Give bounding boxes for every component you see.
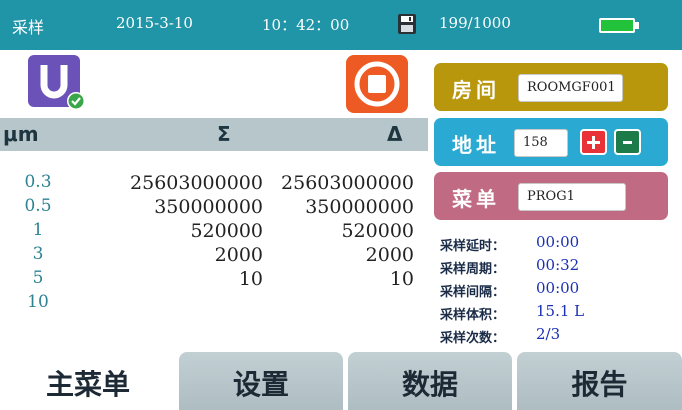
size-cell: 0.3 — [24, 172, 52, 192]
menu-label: 菜单 — [452, 187, 500, 211]
menu-input[interactable]: PROG1 — [518, 183, 626, 211]
column-delta-header: Δ — [387, 122, 403, 146]
status-label: 采样间隔： — [440, 285, 506, 300]
usb-drive-icon[interactable] — [28, 55, 88, 113]
column-sum-header: Σ — [217, 122, 231, 146]
settings-panel: 房间 ROOMGF001 地址 158 菜单 PROG1 采样延时： 00:00… — [428, 55, 682, 355]
save-disk-icon[interactable] — [398, 14, 416, 34]
status-value: 2/3 — [536, 325, 561, 343]
status-value: 15.1 L — [536, 302, 585, 320]
bottom-tab-bar: 主菜单 设置 数据 报告 — [0, 352, 682, 410]
delta-cell: 2000 — [365, 244, 414, 266]
sum-cell: 25603000000 — [130, 172, 263, 194]
size-cell: 10 — [27, 292, 49, 312]
sum-cell: 10 — [238, 268, 263, 290]
tab-report[interactable]: 报告 — [517, 352, 682, 410]
table-row: 1 520000 520000 — [0, 220, 428, 244]
tab-main-menu[interactable]: 主菜单 — [0, 352, 176, 410]
size-cell: 1 — [32, 220, 44, 240]
address-box: 地址 158 — [434, 118, 668, 166]
status-label: 采样周期： — [440, 262, 506, 277]
status-value: 00:00 — [536, 279, 580, 297]
table-row: 0.5 350000000 350000000 — [0, 196, 428, 220]
sum-cell: 350000000 — [154, 196, 263, 218]
battery-icon — [599, 18, 639, 33]
delta-cell: 25603000000 — [281, 172, 414, 194]
status-header: 采样 2015-3-10 10：42：00 199/1000 — [0, 0, 682, 50]
menu-box: 菜单 PROG1 — [434, 172, 668, 220]
sum-cell: 520000 — [190, 220, 263, 242]
status-label: 采样延时： — [440, 239, 506, 254]
time-display: 10：42：00 — [262, 16, 350, 34]
delta-cell: 10 — [389, 268, 414, 290]
tab-settings[interactable]: 设置 — [179, 352, 343, 410]
sample-count: 199/1000 — [439, 14, 511, 32]
tab-data[interactable]: 数据 — [348, 352, 512, 410]
address-decrement-button[interactable] — [614, 129, 641, 155]
sum-cell: 2000 — [214, 244, 263, 266]
status-label: 采样次数： — [440, 331, 506, 346]
size-cell: 3 — [32, 244, 44, 264]
size-cell: 5 — [32, 268, 44, 288]
address-label: 地址 — [452, 133, 500, 157]
table-row: 5 10 10 — [0, 268, 428, 292]
size-cell: 0.5 — [24, 196, 52, 216]
column-size-header: μm — [3, 122, 39, 146]
status-label: 采样体积： — [440, 308, 506, 323]
table-row: 3 2000 2000 — [0, 244, 428, 268]
table-row: 0.3 25603000000 25603000000 — [0, 172, 428, 196]
address-increment-button[interactable] — [580, 129, 607, 155]
room-input[interactable]: ROOMGF001 — [518, 74, 623, 102]
table-row: 10 — [0, 292, 428, 316]
status-value: 00:32 — [536, 256, 580, 274]
delta-cell: 520000 — [341, 220, 414, 242]
room-label: 房间 — [452, 78, 500, 102]
particle-table-header: μm Σ Δ — [0, 118, 428, 151]
screen-title: 采样 — [12, 18, 45, 37]
date-display: 2015-3-10 — [116, 14, 193, 32]
status-value: 00:00 — [536, 233, 580, 251]
delta-cell: 350000000 — [305, 196, 414, 218]
room-box: 房间 ROOMGF001 — [434, 63, 668, 111]
stop-icon[interactable] — [346, 55, 408, 113]
address-input[interactable]: 158 — [514, 129, 568, 157]
